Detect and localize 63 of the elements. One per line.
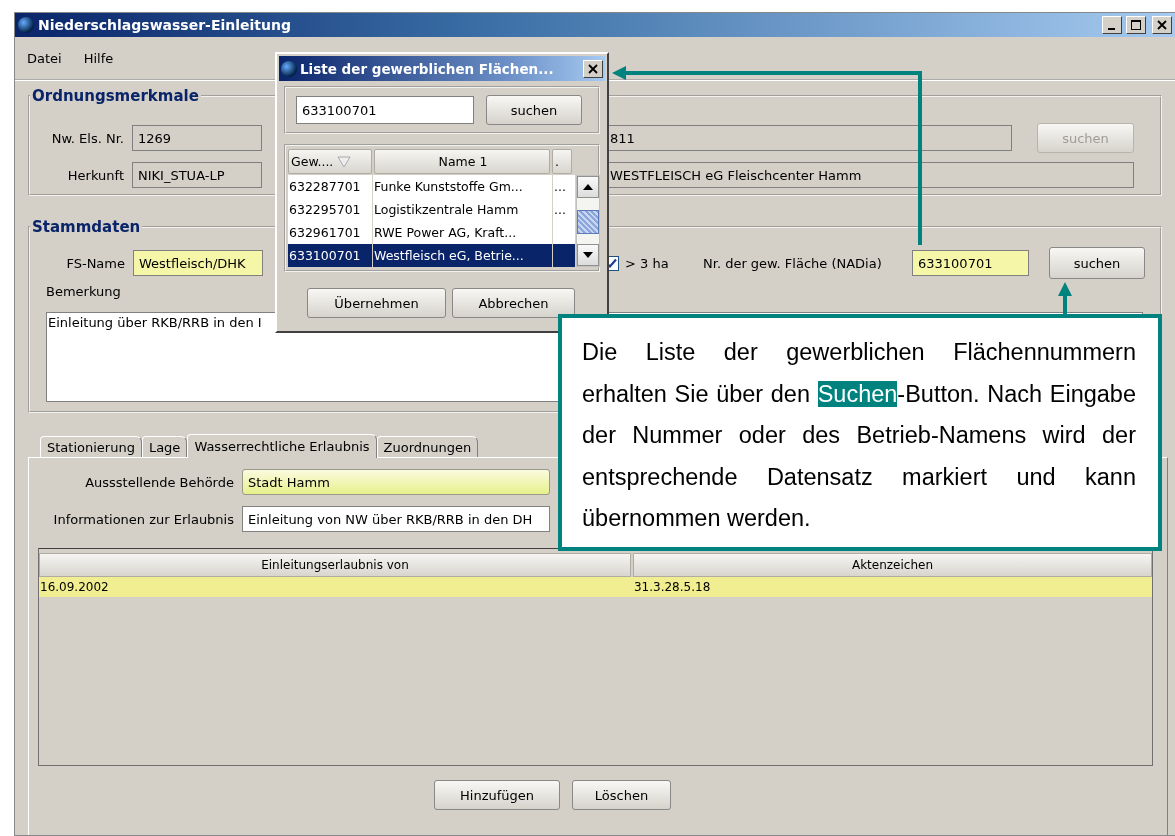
field-label: FS-Name: [65, 255, 125, 271]
action-button[interactable]: Hinzufügen: [434, 780, 560, 810]
list-row[interactable]: 632295701 Logistikzentrale Hamm ...: [288, 198, 576, 221]
action-button[interactable]: Löschen: [572, 780, 671, 810]
search-button[interactable]: suchen: [486, 95, 582, 125]
window-title: Niederschlagswasser-Einleitung: [38, 17, 292, 33]
dialog-button[interactable]: Übernehmen: [307, 288, 446, 318]
tab[interactable]: Lage: [141, 436, 188, 457]
group-title: Stammdaten: [31, 218, 142, 236]
menu-item[interactable]: Datei: [27, 50, 62, 66]
field-label: Herkunft: [66, 167, 124, 183]
text-field[interactable]: NIKI_STUA-LP: [132, 162, 262, 188]
field-label: Nw. Els. Nr.: [50, 130, 124, 146]
tab[interactable]: Zuordnungen: [376, 436, 479, 457]
dialog-title: Liste der gewerblichen Flächen...: [300, 60, 555, 77]
column-header[interactable]: Einleitungserlaubnis von: [39, 553, 631, 577]
triangle-down-icon: [583, 252, 593, 258]
triangle-up-icon: [583, 184, 593, 190]
list-row[interactable]: 632287701 Funke Kunststoffe Gm... ...: [288, 175, 576, 198]
menu-item[interactable]: Hilfe: [83, 50, 114, 66]
checkbox-label: > 3 ha: [625, 255, 670, 271]
close-button[interactable]: [1152, 16, 1172, 34]
field-label: Bemerkung: [46, 283, 122, 299]
minimize-icon: [1107, 28, 1115, 30]
dropdown-field[interactable]: Stadt Hamm: [242, 469, 550, 495]
globe-icon: [281, 60, 297, 77]
column-header[interactable]: Aktenzeichen: [632, 553, 1152, 577]
text-field[interactable]: Westfleisch/DHK: [133, 250, 263, 276]
dialog-button[interactable]: Abbrechen: [452, 288, 575, 318]
close-icon: [588, 63, 598, 74]
field-label: Aussstellende Behörde: [84, 474, 234, 490]
minimize-button[interactable]: [1102, 16, 1122, 34]
tab[interactable]: Stationierung: [40, 436, 142, 457]
table-cell-text: 16.09.2002: [39, 579, 110, 596]
globe-icon: [18, 17, 34, 33]
maximize-button[interactable]: [1126, 16, 1146, 34]
text-field[interactable]: Einleitung von NW über RKB/RRB in den DH: [242, 506, 550, 532]
scrollbar[interactable]: [576, 175, 600, 267]
scroll-up-button[interactable]: [577, 176, 599, 198]
column-header[interactable]: .: [552, 149, 572, 174]
table-cell: 633100701: [288, 244, 373, 267]
scroll-thumb[interactable]: [577, 210, 599, 234]
table-cell: Westfleisch eG, Betrie...: [373, 244, 553, 267]
search-field[interactable]: 633100701: [296, 96, 474, 124]
text-field[interactable]: 633100701: [912, 250, 1029, 276]
table-row[interactable]: 16.09.2002 31.3.28.5.18: [39, 577, 1152, 597]
column-header[interactable]: Gew....: [288, 149, 372, 174]
close-icon: [1157, 20, 1167, 30]
table-cell-text: 31.3.28.5.18: [632, 579, 712, 596]
close-button[interactable]: [583, 59, 603, 78]
maximize-icon: [1131, 20, 1141, 30]
group-title: Ordnungsmerkmale: [31, 87, 200, 105]
search-button[interactable]: suchen: [1049, 247, 1145, 279]
field-label: Nr. der gew. Fläche (NADia): [703, 255, 883, 271]
list-row[interactable]: 633100701 Westfleisch eG, Betrie...: [288, 244, 576, 267]
callout-text: Die Liste der gewerblichen Flächennummern erhalten Sie über den Suchen-Button. Nach Eingabe der Nummer oder des Betrieb-Namens wird der entsprechende Datensatz markiert und kann übernommen werden.: [582, 338, 1136, 533]
sort-icon: [337, 154, 352, 169]
scroll-down-button[interactable]: [577, 244, 599, 266]
column-header[interactable]: Name 1: [374, 149, 550, 174]
text-field[interactable]: 1269: [132, 125, 262, 151]
field-label: Informationen zur Erlaubnis: [52, 511, 234, 527]
tab[interactable]: Wasserrechtliche Erlaubnis: [187, 434, 377, 458]
list-row[interactable]: 632961701 RWE Power AG, Kraft...: [288, 221, 576, 244]
